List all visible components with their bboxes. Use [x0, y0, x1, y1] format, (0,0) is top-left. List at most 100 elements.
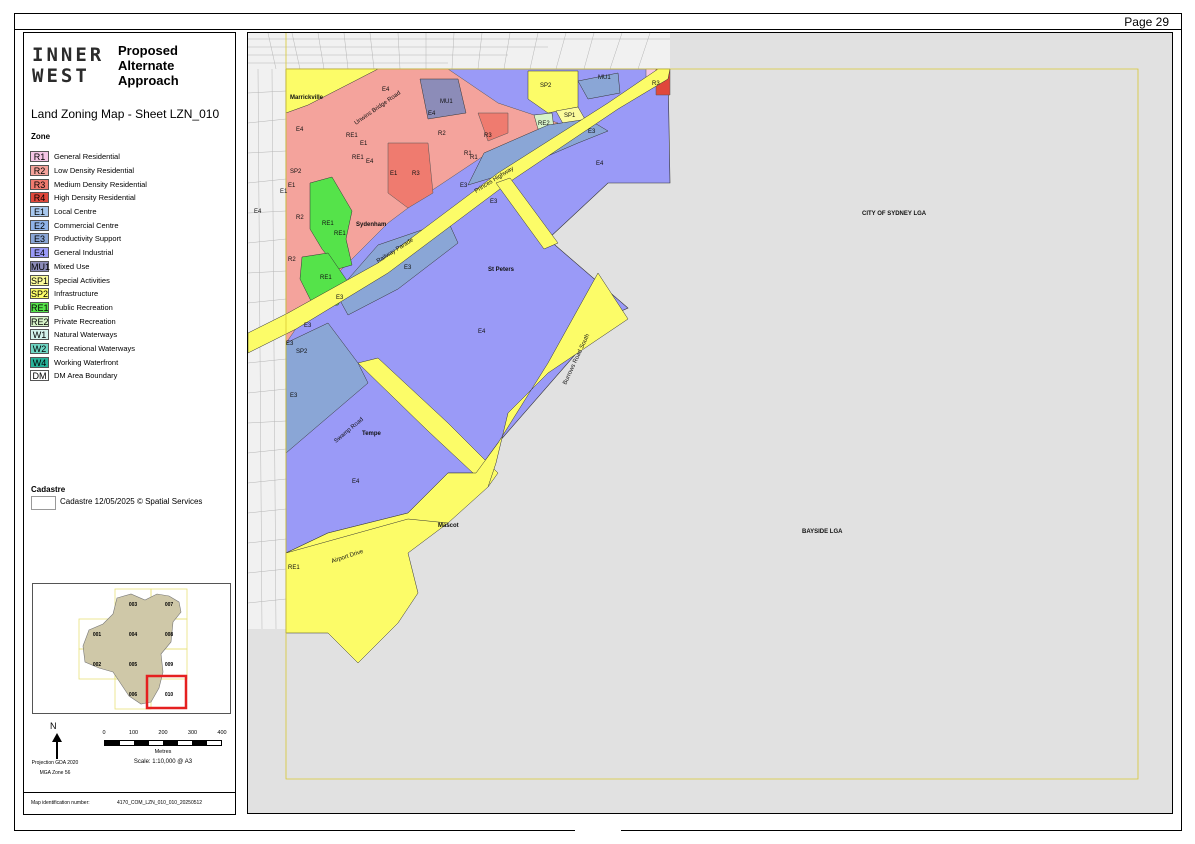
zone-legend-row: RE2 Private Recreation: [30, 314, 147, 328]
page-number: Page 29: [1124, 15, 1169, 29]
cadastre-swatch: [31, 496, 56, 510]
zone-legend-row: R1 General Residential: [30, 150, 147, 164]
zone-label-w1: Natural Waterways: [54, 330, 118, 340]
zone-code-r3: R3: [484, 133, 492, 139]
zone-swatch-e3: E3: [30, 233, 49, 245]
zone-label-r1: General Residential: [54, 152, 120, 162]
zone-code-e1: E1: [288, 183, 296, 189]
zone-label-e1: Local Centre: [54, 207, 97, 217]
cadastre-heading: Cadastre: [31, 485, 66, 494]
zone-legend-row: DM DM Area Boundary: [30, 369, 147, 383]
zone-legend-row: R4 High Density Residential: [30, 191, 147, 205]
zone-swatch-e4: E4: [30, 247, 49, 259]
zone-legend-row: SP2 Infrastructure: [30, 287, 147, 301]
scale-tick-label: 100: [128, 730, 139, 736]
zone-code-e3: E3: [404, 265, 412, 271]
zone-code-re1: RE1: [334, 231, 346, 237]
zone-swatch-w2: W2: [30, 342, 49, 354]
zone-heading: Zone: [31, 132, 51, 141]
zone-label-sp1: Special Activities: [54, 275, 110, 285]
zone-code-r3: R3: [412, 171, 420, 177]
zone-code-sp2: SP2: [290, 169, 302, 175]
sheet-label-004: 004: [129, 632, 138, 638]
scale-tick-label: 300: [187, 730, 198, 736]
frame-gap: [575, 828, 621, 834]
zone-code-e4: E4: [478, 329, 486, 335]
suburb-marrickville: Marrickville: [290, 95, 324, 101]
zone-swatch-mu1: MU1: [30, 260, 51, 272]
sheet-label-001: 001: [93, 632, 102, 638]
zone-code-mu1: MU1: [598, 75, 611, 81]
cadastre-text: Cadastre 12/05/2025 © Spatial Services: [60, 497, 203, 506]
scale-tick-label: 0: [102, 730, 106, 736]
zone-legend-row: R2 Low Density Residential: [30, 164, 147, 178]
sheet-index-inset: 003 007 001 004 008 002 005 009 006 010: [32, 583, 231, 714]
proposal-line-2: Alternate: [118, 58, 175, 73]
sheet-label-007: 007: [165, 602, 174, 608]
zone-legend-row: W2 Recreational Waterways: [30, 342, 147, 356]
zone-code-e4: E4: [382, 87, 390, 93]
lga-city-of-sydney: CITY OF SYDNEY LGA: [862, 211, 927, 217]
north-arrow-shaft: [56, 741, 58, 759]
zone-legend-row: E1 Local Centre: [30, 205, 147, 219]
projection-info: Projection GDA 2020 MGA Zone 56: [30, 758, 80, 778]
zone-code-e4: E4: [254, 209, 262, 215]
zoning-map[interactable]: Princes Highway Railway Parade Burrows R…: [247, 32, 1173, 814]
zone-code-e4: E4: [296, 127, 304, 133]
zone-legend-row: W4 Working Waterfront: [30, 355, 147, 369]
zone-legend-row: E2 Commercial Centre: [30, 218, 147, 232]
zone-label-re2: Private Recreation: [54, 316, 116, 326]
zone-code-e3: E3: [286, 341, 294, 347]
scale-bar-segments: [104, 740, 222, 746]
zone-swatch-e1: E1: [30, 206, 49, 218]
zone-code-e1: E1: [360, 141, 368, 147]
zone-label-r4: High Density Residential: [54, 193, 136, 203]
inner-west-logo: INNER WEST: [32, 45, 106, 89]
map-id-label: Map identification number:: [31, 800, 90, 806]
header-divider: [14, 29, 1182, 30]
suburb-sydenham: Sydenham: [356, 222, 386, 228]
zone-swatch-r2: R2: [30, 165, 49, 177]
zone-code-mu1: MU1: [440, 99, 453, 105]
suburb-mascot: Mascot: [438, 523, 459, 529]
zone-code-e3: E3: [588, 129, 596, 135]
sheet-label-006: 006: [129, 692, 138, 698]
map-sheet-title: Land Zoning Map - Sheet LZN_010: [31, 107, 220, 121]
zone-legend-row: W1 Natural Waterways: [30, 328, 147, 342]
zone-legend-row: E3 Productivity Support: [30, 232, 147, 246]
suburb-tempe: Tempe: [362, 431, 382, 437]
zone-code-sp1: SP1: [564, 113, 576, 119]
zone-label-w2: Recreational Waterways: [54, 343, 136, 353]
zone-swatch-e2: E2: [30, 219, 49, 231]
zone-legend-row: RE1 Public Recreation: [30, 301, 147, 315]
sheet-label-008: 008: [165, 632, 174, 638]
zone-code-r1: R1: [464, 151, 472, 157]
scale-bar: 0 100 200 300 400 Metres Scale: 1:10,000 @ A…: [102, 730, 226, 765]
zone-label-r2: Low Density Residential: [54, 166, 135, 176]
proposal-line-1: Proposed: [118, 43, 178, 58]
zone-code-re1: RE1: [346, 133, 358, 139]
scale-tick-label: 200: [158, 730, 168, 736]
logo-line-2: WEST: [32, 65, 90, 87]
zone-code-re1: RE1: [352, 155, 364, 161]
zone-swatch-r3: R3: [30, 178, 49, 190]
suburb-st-peters: St Peters: [488, 267, 515, 273]
sheet-index-map: 003 007 001 004 008 002 005 009 006 010: [78, 588, 188, 710]
sheet-label-005: 005: [129, 662, 138, 668]
zone-code-e4: E4: [352, 479, 360, 485]
zoning-map-canvas[interactable]: Princes Highway Railway Parade Burrows R…: [248, 33, 1173, 814]
scale-tick-label: 400: [217, 730, 227, 736]
zone-code-re1: RE1: [288, 565, 300, 571]
zone-label-w4: Working Waterfront: [54, 357, 119, 367]
sheet-label-003: 003: [129, 602, 138, 608]
zone-swatch-w1: W1: [30, 329, 49, 341]
zone-code-r3: R3: [652, 81, 660, 87]
zone-code-e1: E1: [280, 189, 288, 195]
zone-label-mu1: Mixed Use: [54, 261, 90, 271]
zone-swatch-re1: RE1: [30, 301, 49, 313]
proposal-title: Proposed Alternate Approach: [118, 43, 179, 88]
zone-legend-list: R1 General Residential R2 Low Density Resid…: [30, 150, 147, 383]
sheet-label-009: 009: [165, 662, 174, 668]
zone-swatch-dm: DM: [30, 370, 49, 382]
scale-ratio: Scale: 1:10,000 @ A3: [133, 759, 193, 765]
